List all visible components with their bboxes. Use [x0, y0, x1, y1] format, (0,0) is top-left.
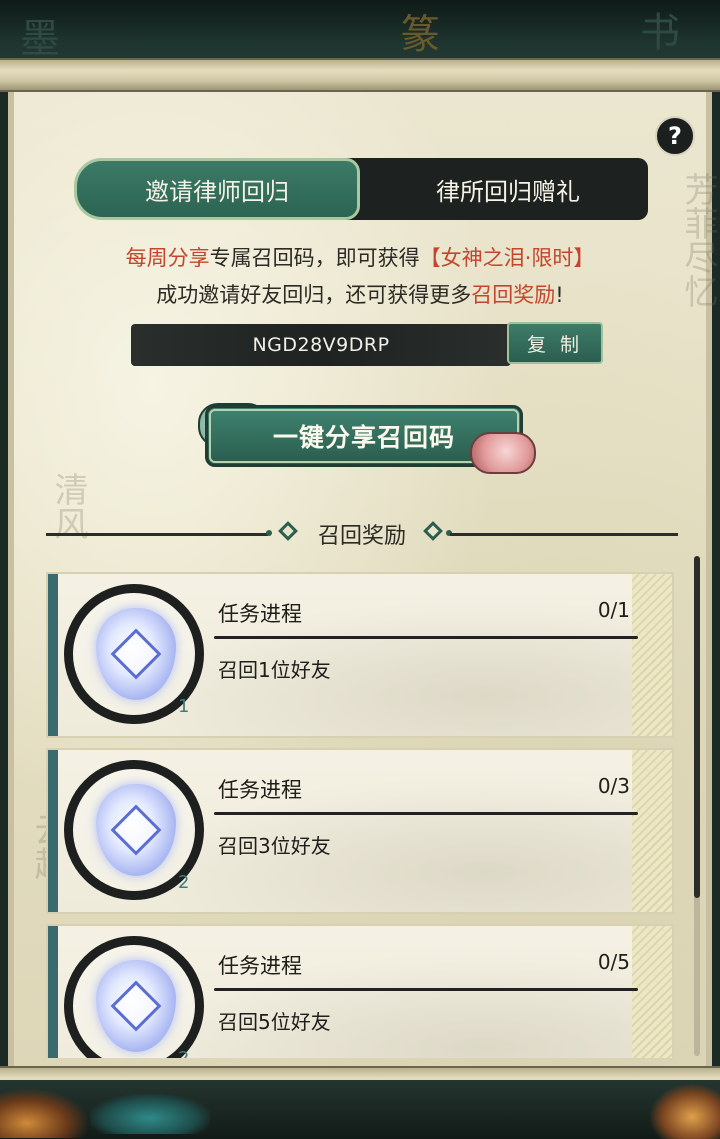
- item-quantity: 1: [178, 696, 190, 717]
- info-text: !: [555, 283, 564, 307]
- weekly-share-text: 每周分享: [125, 246, 210, 270]
- decoration-ornament: [650, 1084, 720, 1139]
- scroll-roller-top: [0, 58, 720, 92]
- task-description: 召回5位好友: [218, 1010, 331, 1034]
- info-text: 成功邀请好友回归，还可获得更多: [156, 283, 472, 307]
- divider-line: [450, 533, 678, 536]
- card-accent: [48, 926, 58, 1058]
- help-icon[interactable]: ?: [655, 116, 695, 156]
- item-quantity: 2: [178, 1048, 189, 1058]
- calligraphy-decoration: 篆: [400, 12, 440, 58]
- task-description: 召回3位好友: [218, 834, 331, 858]
- cloud-icon: [470, 432, 536, 474]
- reward-card: 2 任务进程 0/3 召回3位好友: [46, 748, 674, 914]
- card-accent: [48, 750, 58, 912]
- section-title: 召回奖励: [317, 524, 406, 549]
- task-title: 任务进程: [218, 954, 302, 978]
- reward-list[interactable]: 1 任务进程 0/1 召回1位好友 2 任务进程 0/3 召回3位好友 2 任务…: [46, 568, 678, 1058]
- calligraphy-decoration: 清风: [48, 472, 88, 540]
- card-stripe: [632, 574, 672, 736]
- calligraphy-decoration: 墨: [20, 16, 60, 62]
- task-divider: [214, 988, 638, 991]
- task-description: 召回1位好友: [218, 658, 331, 682]
- card-accent: [48, 574, 58, 736]
- card-stripe: [632, 750, 672, 912]
- reward-name-text: 【女神之泪·限时】: [419, 246, 595, 270]
- info-text: 专属召回码，即可获得: [209, 246, 420, 270]
- task-divider: [214, 812, 638, 815]
- reward-card: 1 任务进程 0/1 召回1位好友: [46, 572, 674, 738]
- background-bottom: [0, 1080, 720, 1139]
- copy-button[interactable]: 复 制: [507, 322, 603, 364]
- task-divider: [214, 636, 638, 639]
- decoration-ornament: [0, 1088, 90, 1138]
- divider-line: [46, 533, 268, 536]
- item-quantity: 2: [178, 872, 190, 893]
- divider-dot: [266, 530, 272, 536]
- gem-facet: [110, 804, 162, 856]
- invite-info-line1: 每周分享专属召回码，即可获得【女神之泪·限时】: [0, 242, 720, 272]
- task-progress-count: 0/5: [597, 950, 630, 974]
- calligraphy-decoration: 书: [640, 10, 680, 56]
- recall-reward-text: 召回奖励: [471, 283, 556, 307]
- scrollbar-thumb[interactable]: [694, 556, 700, 898]
- invite-code-field: NGD28V9DRP: [131, 324, 511, 366]
- task-progress-count: 0/1: [597, 598, 630, 622]
- task-title: 任务进程: [218, 602, 302, 626]
- card-stripe: [632, 926, 672, 1058]
- tab-firm-return-gift[interactable]: 律所回归赠礼: [378, 158, 638, 220]
- decoration-ornament: [90, 1094, 210, 1134]
- tab-invite-lawyer[interactable]: 邀请律师回归: [74, 158, 360, 220]
- task-title: 任务进程: [218, 778, 302, 802]
- reward-card: 2 任务进程 0/5 召回5位好友: [46, 924, 674, 1058]
- gem-facet: [110, 980, 162, 1032]
- gem-facet: [110, 628, 162, 680]
- task-progress-count: 0/3: [597, 774, 630, 798]
- invite-info-line2: 成功邀请好友回归，还可获得更多召回奖励!: [0, 279, 720, 309]
